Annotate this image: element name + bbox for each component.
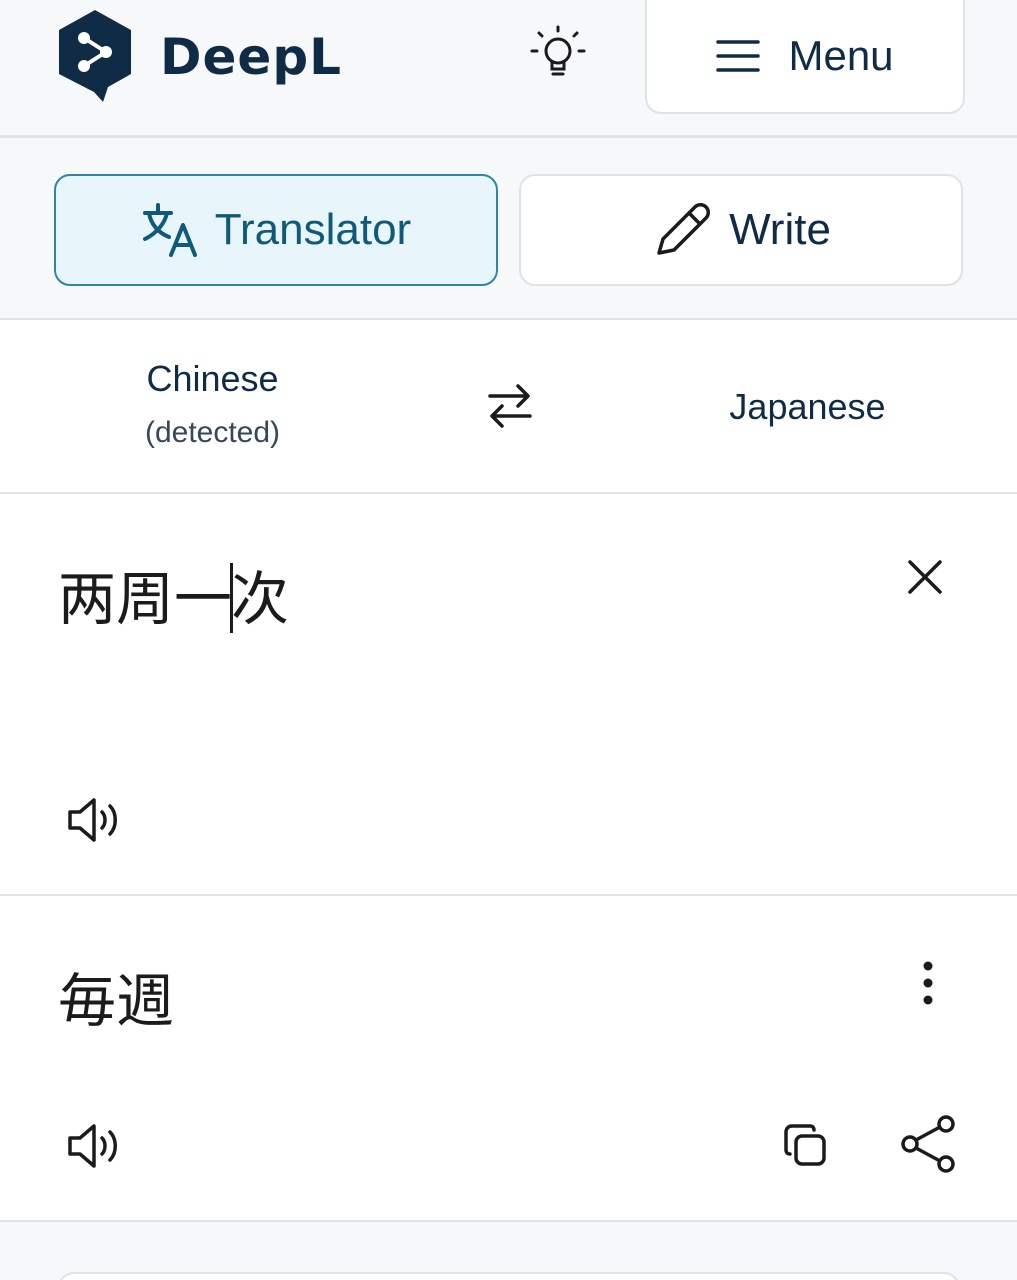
source-language-selector[interactable]: Chinese (detected) bbox=[80, 358, 345, 450]
translation-output: 毎週 bbox=[58, 967, 175, 1035]
source-language-detected-note: (detected) bbox=[144, 416, 281, 449]
speaker-icon[interactable] bbox=[64, 1120, 126, 1172]
copy-icon[interactable] bbox=[780, 1120, 832, 1172]
target-text-panel: 毎週 bbox=[0, 896, 1017, 1222]
share-icon[interactable] bbox=[898, 1112, 960, 1176]
source-text-before-caret: 两周一 bbox=[58, 565, 233, 633]
speaker-icon[interactable] bbox=[64, 794, 126, 846]
target-language-selector[interactable]: Japanese bbox=[690, 386, 925, 428]
hamburger-icon bbox=[716, 40, 761, 72]
close-icon[interactable] bbox=[904, 556, 946, 598]
top-header: DeepL Menu bbox=[0, 0, 1017, 138]
menu-button[interactable]: Menu bbox=[645, 0, 965, 114]
source-text-panel: 两周一次 bbox=[0, 494, 1017, 896]
source-text-input[interactable]: 两周一次 bbox=[58, 552, 289, 636]
brand-logo[interactable]: DeepL bbox=[54, 8, 341, 104]
language-bar: Chinese (detected) Japanese bbox=[0, 318, 1017, 494]
deepl-logo-icon bbox=[59, 10, 131, 102]
more-vertical-icon[interactable] bbox=[910, 958, 946, 1008]
tab-translator[interactable]: Translator bbox=[54, 174, 498, 286]
tab-translator-label: Translator bbox=[214, 205, 412, 254]
bottom-card-edge bbox=[58, 1272, 960, 1280]
lightbulb-icon[interactable] bbox=[528, 24, 588, 84]
tab-write-label: Write bbox=[729, 205, 831, 254]
brand-name: DeepL bbox=[160, 28, 342, 86]
translate-icon bbox=[142, 203, 197, 257]
tab-write[interactable]: Write bbox=[519, 174, 963, 286]
pencil-icon bbox=[657, 203, 711, 255]
source-text-after-caret: 次 bbox=[231, 565, 290, 633]
target-language-name: Japanese bbox=[729, 386, 886, 427]
menu-label: Menu bbox=[788, 32, 894, 79]
swap-arrows-icon[interactable] bbox=[480, 376, 540, 436]
deepl-translator-page: DeepL Menu Translator Write Chinese (det… bbox=[0, 0, 1017, 1280]
source-language-name: Chinese bbox=[146, 358, 279, 399]
